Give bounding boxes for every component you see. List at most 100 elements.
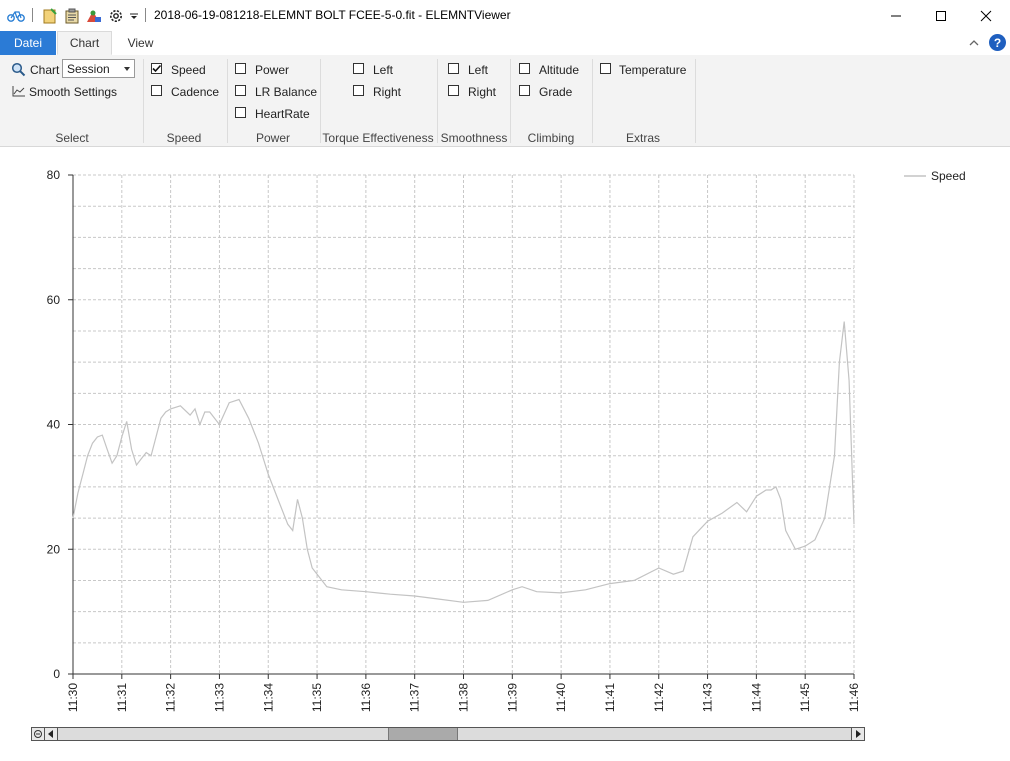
x-tick-label: 11:32 <box>164 683 178 712</box>
close-icon <box>980 10 992 21</box>
group-label-speed: Speed <box>166 131 202 145</box>
y-tick-label: 80 <box>47 168 61 182</box>
collapse-ribbon-icon[interactable] <box>968 37 980 51</box>
open-file-icon[interactable] <box>40 6 60 26</box>
chart-scrollbar[interactable] <box>31 727 865 741</box>
chevron-down-icon <box>124 67 130 71</box>
clipboard-icon[interactable] <box>62 6 82 26</box>
x-tick-label: 11:34 <box>261 683 275 712</box>
x-tick-label: 11:43 <box>701 683 715 712</box>
group-separator <box>592 59 593 143</box>
settings-gear-icon[interactable] <box>106 6 126 26</box>
toolbar-separator <box>145 8 146 22</box>
lr-balance-checkbox[interactable] <box>235 85 246 96</box>
window-title: 2018-06-19-081218-ELEMNT BOLT FCEE-5-0.f… <box>154 8 511 22</box>
chart-select-label: Chart <box>30 63 60 77</box>
arrow-left-icon <box>48 730 53 738</box>
zoom-reset-icon <box>34 730 42 738</box>
group-separator <box>320 59 321 143</box>
grade-label: Grade <box>539 85 573 99</box>
x-tick-label: 11:46 <box>847 683 861 712</box>
altitude-checkbox[interactable] <box>519 63 530 74</box>
chart-grid <box>73 174 855 674</box>
torque-left-label: Left <box>373 63 394 77</box>
group-separator <box>510 59 511 143</box>
x-tick-label: 11:42 <box>652 683 666 712</box>
group-separator <box>143 59 144 143</box>
toolbar-separator <box>32 8 33 22</box>
cadence-checkbox[interactable] <box>151 85 162 96</box>
speed-chart[interactable]: 0 20 40 60 80 11:30 11:31 11:32 11:33 11:34 11:35 1… <box>0 147 1010 725</box>
speed-checkbox[interactable] <box>151 63 162 74</box>
torque-left-checkbox[interactable] <box>353 63 364 74</box>
bike-logo-icon[interactable] <box>6 6 26 26</box>
x-tick-label: 11:30 <box>66 683 80 712</box>
map-people-icon[interactable] <box>84 6 104 26</box>
x-tick-label: 11:41 <box>603 683 617 712</box>
y-tick-label: 20 <box>47 542 61 556</box>
speed-label: Speed <box>171 63 206 77</box>
chart-session-combo[interactable]: Session <box>62 59 135 78</box>
x-tick-label: 11:36 <box>359 683 373 712</box>
group-separator <box>227 59 228 143</box>
chart-ticks: 0 20 40 60 80 11:30 11:31 11:32 11:33 11:34 11:35 1… <box>47 168 861 712</box>
torque-right-checkbox[interactable] <box>353 85 364 96</box>
smooth-chart-icon <box>12 85 26 100</box>
group-separator <box>437 59 438 143</box>
smooth-settings-button[interactable]: Smooth Settings <box>29 85 117 99</box>
x-tick-label: 11:44 <box>749 683 763 712</box>
group-label-climbing: Climbing <box>527 131 575 145</box>
maximize-button[interactable] <box>918 0 964 31</box>
smoothness-right-checkbox[interactable] <box>448 85 459 96</box>
torque-right-label: Right <box>373 85 402 99</box>
power-label: Power <box>255 63 290 77</box>
ribbon-tab-bar: Datei Chart View ? <box>0 31 1010 56</box>
x-tick-label: 11:35 <box>310 683 324 712</box>
arrow-right-icon <box>856 730 861 738</box>
ribbon-panel: Chart Session Smooth Settings Select Spe… <box>0 55 1010 147</box>
chart-legend[interactable]: Speed <box>904 169 966 183</box>
group-separator <box>695 59 696 143</box>
tab-datei[interactable]: Datei <box>0 31 56 55</box>
x-tick-label: 11:38 <box>457 683 471 712</box>
x-tick-label: 11:37 <box>408 683 422 712</box>
temperature-label: Temperature <box>619 63 687 77</box>
magnifier-icon <box>11 62 26 80</box>
minimize-button[interactable] <box>873 0 919 31</box>
dropdown-arrow-icon[interactable] <box>128 6 140 26</box>
x-tick-label: 11:31 <box>115 683 129 712</box>
x-tick-label: 11:33 <box>212 683 226 712</box>
grade-checkbox[interactable] <box>519 85 530 96</box>
scroll-thumb[interactable] <box>388 728 458 740</box>
group-label-power: Power <box>255 131 290 145</box>
altitude-label: Altitude <box>539 63 580 77</box>
cadence-label: Cadence <box>171 85 220 99</box>
x-tick-label: 11:45 <box>798 683 812 712</box>
group-label-select: Select <box>55 131 89 145</box>
group-label-torque: Torque Effectiveness <box>322 131 434 145</box>
legend-label: Speed <box>931 169 966 183</box>
power-checkbox[interactable] <box>235 63 246 74</box>
temperature-checkbox[interactable] <box>600 63 611 74</box>
y-tick-label: 40 <box>47 418 61 432</box>
help-icon[interactable]: ? <box>989 34 1006 51</box>
heartrate-label: HeartRate <box>255 107 310 121</box>
smoothness-left-label: Left <box>468 63 489 77</box>
tab-view[interactable]: View <box>118 31 163 55</box>
group-label-extras: Extras <box>625 131 660 145</box>
smoothness-left-checkbox[interactable] <box>448 63 459 74</box>
x-tick-label: 11:40 <box>554 683 568 712</box>
smoothness-right-label: Right <box>468 85 497 99</box>
x-tick-label: 11:39 <box>505 683 519 712</box>
scroll-left-button[interactable] <box>45 728 58 740</box>
chart-session-combo-value: Session <box>67 62 110 76</box>
tab-chart[interactable]: Chart <box>57 31 112 55</box>
scroll-right-button[interactable] <box>851 728 864 740</box>
heartrate-checkbox[interactable] <box>235 107 246 118</box>
y-tick-label: 0 <box>53 667 60 681</box>
checkmark-icon <box>152 64 162 73</box>
close-button[interactable] <box>963 0 1009 31</box>
minimize-icon <box>891 15 901 16</box>
zoom-reset-button[interactable] <box>32 728 45 740</box>
title-bar: 2018-06-19-081218-ELEMNT BOLT FCEE-5-0.f… <box>0 0 1010 31</box>
